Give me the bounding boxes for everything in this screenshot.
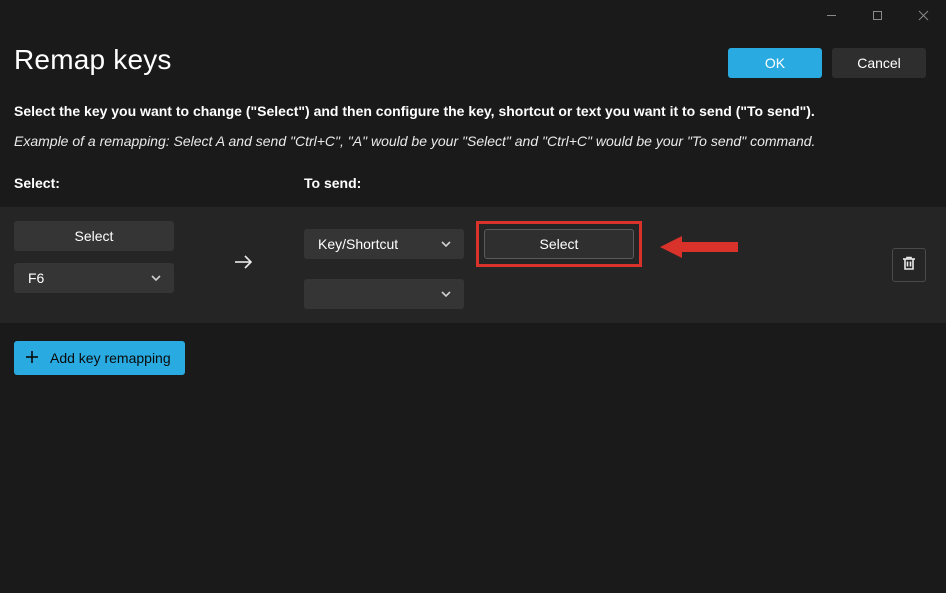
target-type-value: Key/Shortcut	[318, 236, 398, 252]
example-text: Example of a remapping: Select A and sen…	[14, 132, 932, 152]
source-key-value: F6	[28, 270, 44, 286]
chevron-down-icon	[440, 238, 452, 250]
target-type-dropdown[interactable]: Key/Shortcut	[304, 229, 464, 259]
select-source-key-button[interactable]: Select	[14, 221, 174, 251]
select-column-header: Select:	[14, 175, 304, 191]
chevron-down-icon	[440, 288, 452, 300]
highlighted-select-target: Select	[476, 221, 642, 267]
page-title: Remap keys	[14, 44, 172, 76]
trash-icon	[901, 255, 917, 276]
ok-button[interactable]: OK	[728, 48, 822, 78]
close-icon[interactable]	[900, 0, 946, 30]
add-key-remapping-label: Add key remapping	[50, 350, 171, 366]
chevron-down-icon	[150, 272, 162, 284]
instruction-text: Select the key you want to change ("Sele…	[14, 102, 932, 122]
target-key-dropdown[interactable]	[304, 279, 464, 309]
select-target-key-button[interactable]: Select	[484, 229, 634, 259]
add-key-remapping-button[interactable]: Add key remapping	[14, 341, 185, 375]
plus-icon	[24, 349, 40, 368]
source-key-dropdown[interactable]: F6	[14, 263, 174, 293]
cancel-button[interactable]: Cancel	[832, 48, 926, 78]
send-column-header: To send:	[304, 175, 361, 191]
arrow-right-icon	[184, 221, 304, 275]
minimize-icon[interactable]	[808, 0, 854, 30]
delete-row-button[interactable]	[892, 248, 926, 282]
window-titlebar	[808, 0, 946, 30]
maximize-icon[interactable]	[854, 0, 900, 30]
remap-row: Select F6 Key/Shortcut Select	[0, 207, 946, 323]
